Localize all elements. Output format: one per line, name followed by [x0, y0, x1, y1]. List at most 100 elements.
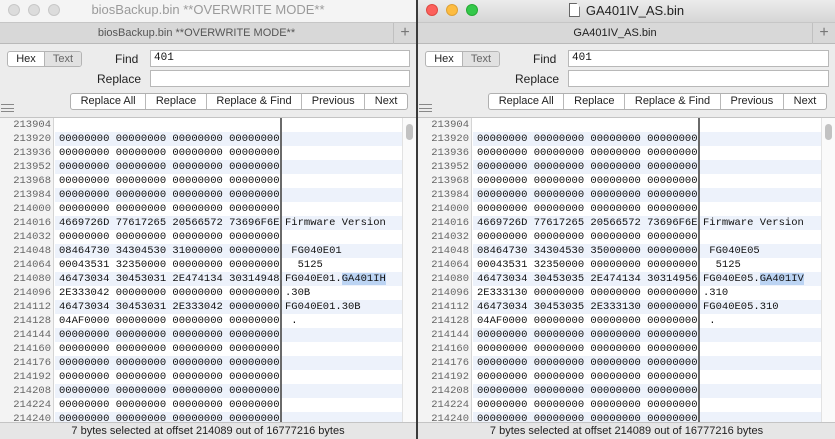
title-bar: biosBackup.bin **OVERWRITE MODE** [0, 0, 416, 22]
hex-bytes[interactable]: 00000000 00000000 00000000 00000000 [59, 412, 280, 422]
find-action-buttons: Replace All Replace Replace & Find Previous… [488, 93, 827, 110]
hex-bytes[interactable]: 00000000 00000000 00000000 00000000 [477, 188, 698, 202]
ascii-text[interactable]: FG040E05.GA401IV [703, 272, 804, 286]
hex-bytes[interactable]: 2E333042 00000000 00000000 00000000 [59, 286, 280, 300]
column-divider[interactable] [280, 118, 282, 422]
hex-bytes[interactable]: 04AF0000 00000000 00000000 00000000 [59, 314, 280, 328]
hex-row: 213968 00000000 00000000 00000000 0000000… [418, 174, 835, 188]
ascii-text[interactable]: FG040E05 [703, 244, 759, 258]
hex-bytes[interactable]: 00000000 00000000 00000000 00000000 [59, 230, 280, 244]
column-divider[interactable] [698, 118, 700, 422]
hex-bytes[interactable]: 00000000 00000000 00000000 00000000 [59, 188, 280, 202]
ascii-text[interactable]: . [285, 314, 297, 328]
drag-handle-icon[interactable] [419, 104, 432, 112]
hex-mode-button[interactable]: Hex [8, 52, 44, 66]
hex-bytes[interactable]: 00000000 00000000 00000000 00000000 [477, 398, 698, 412]
hex-bytes[interactable]: 00000000 00000000 00000000 00000000 [59, 356, 280, 370]
hex-bytes[interactable]: 4669726D 77617265 20566572 73696F6E [477, 216, 698, 230]
search-mode-toggle: Hex Text [425, 51, 500, 67]
hex-bytes[interactable]: 4669726D 77617265 20566572 73696F6E [59, 216, 280, 230]
hex-bytes[interactable]: 00000000 00000000 00000000 00000000 [477, 370, 698, 384]
hex-view[interactable]: 213904 213920 00000000 00000000 00000000 0… [0, 117, 416, 422]
ascii-text[interactable]: FG040E01 [285, 244, 341, 258]
ascii-text[interactable]: FG040E01.30B [285, 300, 361, 314]
new-tab-button[interactable]: + [813, 23, 835, 44]
hex-bytes[interactable]: 00000000 00000000 00000000 00000000 [477, 132, 698, 146]
ascii-text[interactable]: 5125 [703, 258, 741, 272]
next-button[interactable]: Next [364, 94, 407, 109]
hex-bytes[interactable]: 46473034 30453031 2E333042 00000000 [59, 300, 280, 314]
hex-bytes[interactable]: 00000000 00000000 00000000 00000000 [59, 342, 280, 356]
hex-bytes[interactable]: 00000000 00000000 00000000 00000000 [477, 160, 698, 174]
hex-bytes[interactable]: 08464730 34304530 35000000 00000000 [477, 244, 698, 258]
hex-bytes-match: 474134 30314956 [603, 273, 698, 285]
scrollbar-thumb[interactable] [406, 124, 413, 140]
new-tab-button[interactable]: + [394, 23, 416, 44]
ascii-text[interactable]: .310 [703, 286, 728, 300]
replace-all-button[interactable]: Replace All [71, 94, 145, 109]
text-mode-button[interactable]: Text [44, 52, 81, 66]
document-tab[interactable]: GA401IV_AS.bin [418, 23, 813, 44]
hex-bytes[interactable]: 00000000 00000000 00000000 00000000 [59, 398, 280, 412]
hex-bytes[interactable]: 2E333130 00000000 00000000 00000000 [477, 286, 698, 300]
hex-bytes[interactable]: 00000000 00000000 00000000 00000000 [477, 230, 698, 244]
row-offset: 214192 [0, 370, 54, 384]
ascii-text[interactable]: 5125 [285, 258, 323, 272]
replace-all-button[interactable]: Replace All [489, 94, 563, 109]
hex-bytes[interactable]: 00000000 00000000 00000000 00000000 [59, 146, 280, 160]
hex-bytes[interactable]: 08464730 34304530 31000000 00000000 [59, 244, 280, 258]
hex-bytes[interactable]: 46473034 30453035 2E474134 30314956 [477, 272, 698, 286]
ascii-text[interactable]: Firmware Version [285, 216, 386, 230]
hex-bytes[interactable]: 00000000 00000000 00000000 00000000 [59, 328, 280, 342]
scrollbar-thumb[interactable] [825, 124, 832, 140]
replace-button[interactable]: Replace [563, 94, 624, 109]
hex-bytes[interactable]: 04AF0000 00000000 00000000 00000000 [477, 314, 698, 328]
hex-bytes[interactable]: 00043531 32350000 00000000 00000000 [59, 258, 280, 272]
hex-row: 214080 46473034 30453031 2E474134 3031494… [0, 272, 416, 286]
hex-bytes[interactable]: 46473034 30453035 2E333130 00000000 [477, 300, 698, 314]
hex-bytes[interactable]: 00000000 00000000 00000000 00000000 [477, 342, 698, 356]
hex-bytes[interactable]: 00000000 00000000 00000000 00000000 [59, 370, 280, 384]
ascii-text[interactable]: . [703, 314, 715, 328]
ascii-text[interactable]: .30B [285, 286, 310, 300]
hex-bytes[interactable]: 00000000 00000000 00000000 00000000 [477, 202, 698, 216]
replace-and-find-button[interactable]: Replace & Find [624, 94, 720, 109]
hex-view[interactable]: 213904 213920 00000000 00000000 00000000 0… [418, 117, 835, 422]
vertical-scrollbar[interactable] [402, 118, 416, 422]
row-body: 00000000 00000000 00000000 00000000 [55, 188, 416, 202]
previous-button[interactable]: Previous [719, 94, 783, 109]
hex-bytes[interactable]: 00000000 00000000 00000000 00000000 [59, 160, 280, 174]
hex-bytes[interactable]: 46473034 30453031 2E474134 30314948 [59, 272, 280, 286]
hex-bytes[interactable]: 00043531 32350000 00000000 00000000 [477, 258, 698, 272]
hex-bytes[interactable]: 00000000 00000000 00000000 00000000 [59, 384, 280, 398]
ascii-text[interactable]: Firmware Version [703, 216, 804, 230]
find-input[interactable]: 401 [150, 50, 410, 67]
replace-input[interactable] [150, 70, 410, 87]
hex-bytes[interactable]: 00000000 00000000 00000000 00000000 [59, 202, 280, 216]
find-input[interactable]: 401 [568, 50, 829, 67]
hex-bytes[interactable]: 00000000 00000000 00000000 00000000 [477, 412, 698, 422]
hex-bytes[interactable]: 00000000 00000000 00000000 00000000 [477, 356, 698, 370]
vertical-scrollbar[interactable] [821, 118, 835, 422]
replace-input[interactable] [568, 70, 829, 87]
ascii-text[interactable]: FG040E05.310 [703, 300, 779, 314]
next-button[interactable]: Next [782, 94, 826, 109]
hex-mode-button[interactable]: Hex [426, 52, 462, 66]
hex-bytes[interactable]: 00000000 00000000 00000000 00000000 [477, 146, 698, 160]
text-mode-button[interactable]: Text [462, 52, 499, 66]
hex-bytes[interactable]: 00000000 00000000 00000000 00000000 [477, 174, 698, 188]
hex-bytes[interactable]: 00000000 00000000 00000000 00000000 [59, 174, 280, 188]
hex-bytes[interactable]: 00000000 00000000 00000000 00000000 [477, 384, 698, 398]
hex-bytes[interactable]: 00000000 00000000 00000000 00000000 [59, 132, 280, 146]
row-offset: 213920 [418, 132, 472, 146]
hex-rows: 213904 213920 00000000 00000000 00000000 0… [0, 118, 416, 422]
hex-bytes[interactable]: 00000000 00000000 00000000 00000000 [477, 328, 698, 342]
ascii-text[interactable]: FG040E01.GA401IH [285, 272, 386, 286]
replace-and-find-button[interactable]: Replace & Find [205, 94, 301, 109]
find-replace-bar: Hex Text Find 401 Replace Replace All Replace R… [418, 45, 835, 117]
document-tab[interactable]: biosBackup.bin **OVERWRITE MODE** [0, 23, 394, 44]
hex-row: 214224 00000000 00000000 00000000 0000000… [0, 398, 416, 412]
previous-button[interactable]: Previous [301, 94, 364, 109]
drag-handle-icon[interactable] [1, 104, 14, 112]
replace-button[interactable]: Replace [145, 94, 206, 109]
